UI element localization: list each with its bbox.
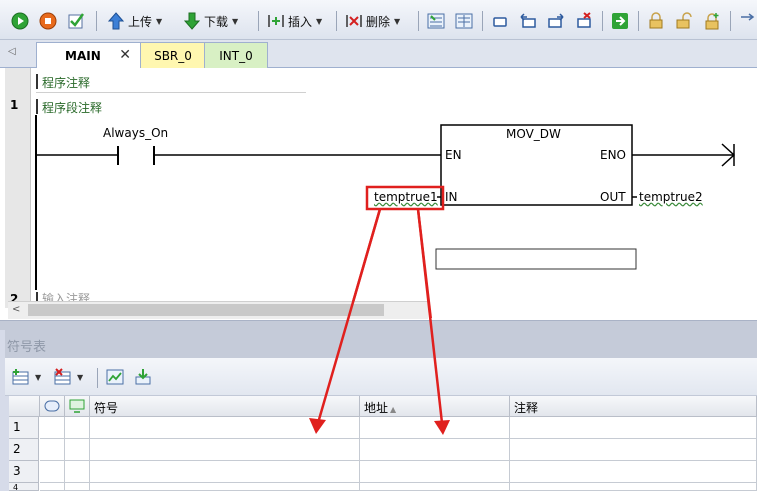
annotation-arrow-right (416, 208, 444, 424)
app-window: 上传 ▼ 下载 ▼ 插入 ▼ 删除 ▼ ◁ MAIN ✕ SBR_0 INT_0… (0, 0, 757, 491)
annotation-arrow-left (316, 208, 382, 424)
annotation-overlay (309, 208, 450, 435)
